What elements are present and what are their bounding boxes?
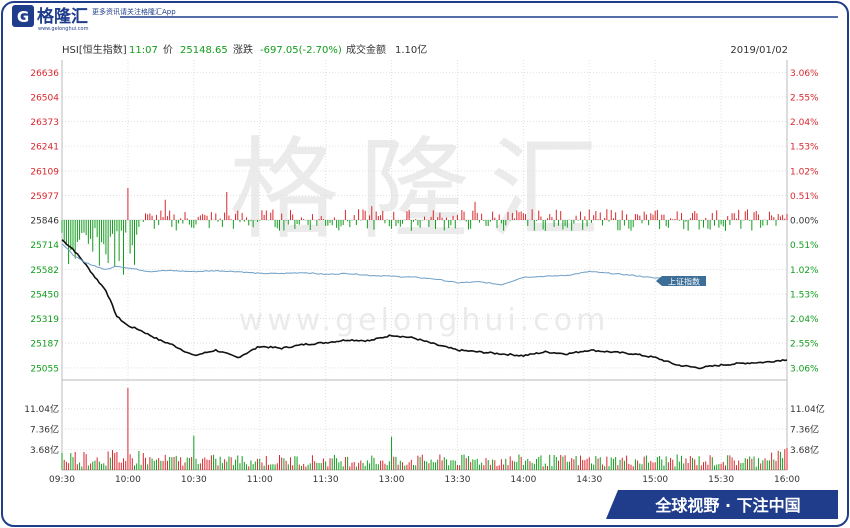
x-tick: 09:30 (49, 475, 75, 485)
y-tick-right: 3.06% (790, 364, 819, 374)
y-tick-left: 25055 (30, 364, 59, 374)
logo-url: www.gelonghui.com (38, 26, 89, 32)
logo-text: 格隆汇 (37, 6, 88, 27)
change-label: 涨跌 (233, 43, 253, 56)
y-tick-left: 26109 (30, 167, 59, 177)
x-tick: 11:30 (313, 475, 339, 485)
price-value: 25148.65 (180, 45, 228, 56)
x-tick: 11:00 (247, 475, 273, 485)
y-tick-right: 2.55% (790, 94, 819, 104)
watermark-en: www.gelonghui.com (239, 303, 610, 338)
compare-series-tag: 上证指数 (656, 276, 706, 287)
y-tick-left: 25582 (30, 266, 59, 276)
y-tick-left: 25977 (30, 192, 59, 202)
volume-tick-left: 7.36亿 (30, 424, 59, 436)
change-value: -697.05(-2.70%) (260, 45, 342, 56)
x-tick: 15:30 (708, 475, 734, 485)
y-tick-right: 0.51% (790, 241, 819, 251)
y-tick-left: 25187 (30, 340, 59, 350)
y-tick-right: 2.04% (790, 315, 819, 325)
x-tick: 10:00 (115, 475, 141, 485)
y-tick-left: 26504 (30, 94, 59, 104)
volume-tick-left: 11.04亿 (24, 403, 59, 415)
y-tick-left: 26373 (30, 118, 59, 128)
y-tick-left: 25714 (30, 241, 59, 251)
y-tick-right: 0.00% (790, 217, 819, 227)
y-tick-left: 25319 (30, 315, 59, 325)
x-tick: 16:00 (774, 475, 800, 485)
turnover-value: 1.10亿 (395, 43, 427, 56)
logo-tagline: 更多资讯请关注格隆汇App (92, 7, 176, 16)
x-tick: 14:00 (510, 475, 536, 485)
volume-tick-right: 3.68亿 (790, 444, 819, 456)
volume-tick-left: 3.68亿 (30, 444, 59, 456)
y-tick-right: 1.02% (790, 266, 819, 276)
turnover-label: 成交金额 (346, 43, 386, 56)
y-tick-left: 26241 (30, 143, 59, 153)
slogan-banner: 全球视野 · 下注中国 (606, 490, 838, 519)
y-tick-left: 25846 (30, 217, 59, 227)
y-tick-left: 25450 (30, 291, 59, 301)
slogan-text: 全球视野 · 下注中国 (654, 496, 800, 515)
x-tick: 10:30 (181, 475, 207, 485)
y-tick-right: 2.55% (790, 340, 819, 350)
y-tick-right: 2.04% (790, 118, 819, 128)
x-tick: 13:00 (379, 475, 405, 485)
svg-text:G: G (17, 8, 29, 26)
quote-date: 2019/01/02 (730, 45, 788, 56)
symbol-label: HSI[恒生指数] (62, 43, 127, 56)
y-tick-left: 26636 (30, 69, 59, 79)
volume-tick-right: 7.36亿 (790, 424, 819, 436)
x-tick: 15:00 (642, 475, 668, 485)
price-label: 价 (163, 44, 173, 56)
quote-time: 11:07 (129, 45, 158, 56)
x-tick: 14:30 (576, 475, 602, 485)
chart-frame: G 格隆汇 更多资讯请关注格隆汇App www.gelonghui.com 格隆… (1, 1, 849, 527)
y-tick-right: 0.51% (790, 192, 819, 202)
compare-tag-label: 上证指数 (668, 277, 700, 287)
x-tick: 13:30 (444, 475, 470, 485)
y-tick-right: 3.06% (790, 69, 819, 79)
y-tick-right: 1.53% (790, 143, 819, 153)
volume-tick-right: 11.04亿 (790, 403, 825, 415)
y-tick-right: 1.53% (790, 291, 819, 301)
y-tick-right: 1.02% (790, 167, 819, 177)
watermark-cn: 格隆汇 (229, 126, 619, 254)
